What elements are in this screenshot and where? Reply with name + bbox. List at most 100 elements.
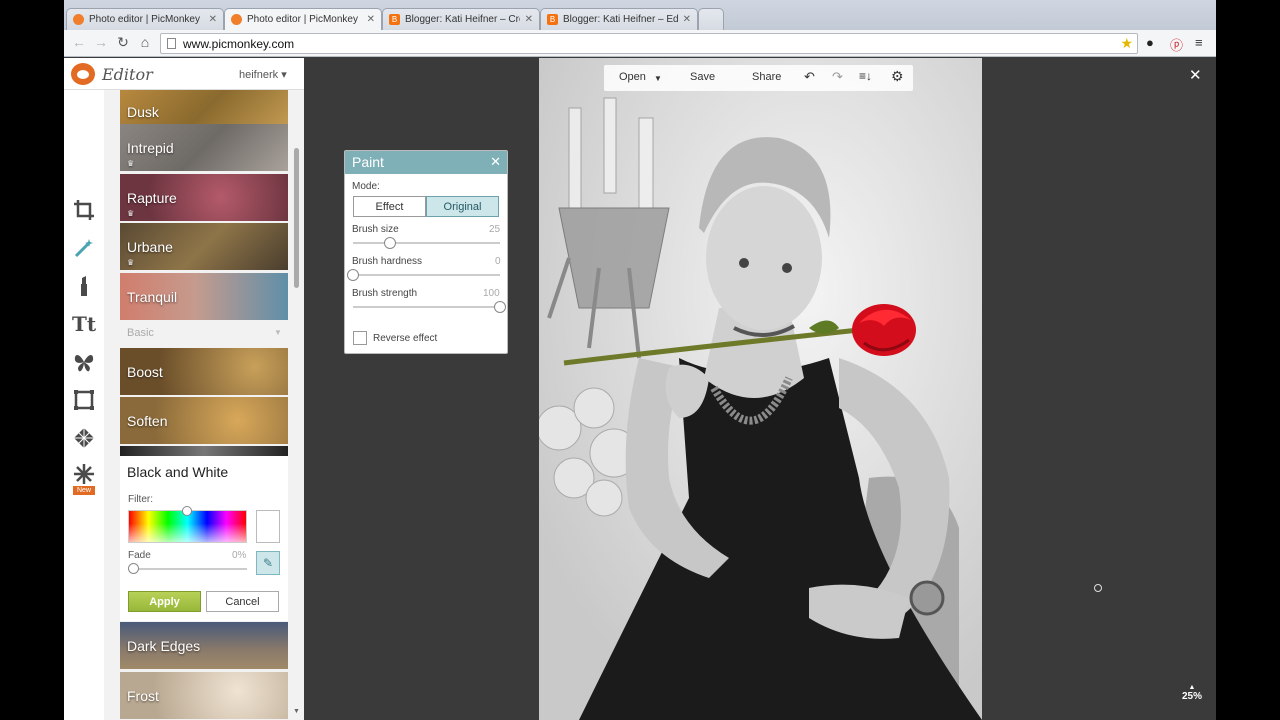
mode-original-button[interactable]: Original [426, 196, 499, 217]
undo-icon[interactable]: ↶ [804, 69, 815, 85]
effect-tile-black-and-white-thumb[interactable] [120, 446, 288, 456]
close-icon[interactable]: ✕ [490, 154, 501, 170]
chevron-down-icon[interactable]: ▼ [654, 74, 662, 83]
effect-tile-rapture[interactable]: Rapture ♛ [120, 174, 288, 221]
effect-tile-frost[interactable]: Frost [120, 672, 288, 719]
effect-label: Intrepid [127, 139, 174, 156]
brush-strength-slider-handle[interactable] [494, 301, 506, 313]
app-header: Editor heifnerk ▾ [64, 58, 304, 90]
fade-value: 0% [232, 550, 247, 561]
address-bar[interactable]: www.picmonkey.com ★ [160, 33, 1138, 54]
pinterest-icon[interactable]: ⓟ [1170, 35, 1183, 54]
red-rose-icon [852, 304, 916, 356]
effect-label: Boost [127, 363, 163, 380]
user-menu[interactable]: heifnerk ▾ [239, 68, 287, 81]
new-badge: New [73, 486, 95, 495]
brush-size-slider[interactable] [353, 242, 500, 244]
effect-tile-intrepid[interactable]: Intrepid ♛ [120, 124, 288, 171]
reverse-effect-checkbox[interactable] [353, 331, 367, 345]
owl-extension-icon[interactable]: ● [1146, 35, 1154, 50]
effect-tile-dark-edges[interactable]: Dark Edges [120, 622, 288, 669]
close-icon[interactable]: ✕ [683, 14, 691, 25]
fade-slider-handle[interactable] [127, 563, 139, 574]
texture-icon[interactable] [72, 426, 96, 450]
close-icon[interactable]: ✕ [367, 14, 375, 25]
letterbox-right [1216, 0, 1280, 720]
black-and-white-panel: Black and White Filter: Fade 0% ✎ Apply … [120, 456, 288, 621]
effect-tile-soften[interactable]: Soften [120, 397, 288, 444]
butterfly-overlay-icon[interactable] [72, 350, 96, 374]
home-icon[interactable]: ⌂ [134, 34, 156, 50]
mode-label: Mode: [352, 181, 380, 192]
paintbrush-icon[interactable]: ✎ [256, 551, 280, 575]
effects-scrollbar[interactable]: ▼ [293, 90, 301, 720]
effects-wand-icon[interactable] [72, 236, 96, 260]
panel-title: Black and White [127, 464, 229, 480]
tab-blogger-1[interactable]: B Blogger: Kati Heifner – Cre ✕ [382, 8, 540, 30]
brush-strength-label: Brush strength [352, 288, 418, 299]
tab-photo-editor-2[interactable]: Photo editor | PicMonkey ✕ [224, 8, 382, 30]
redo-icon[interactable]: ↷ [832, 69, 843, 85]
close-icon[interactable]: ✕ [209, 14, 217, 25]
picmonkey-icon [73, 14, 84, 25]
zoom-level[interactable]: ▲ 25% [1178, 684, 1206, 702]
save-button[interactable]: Save [690, 71, 715, 83]
back-arrow-icon[interactable]: ← [68, 34, 90, 50]
tab-label: Blogger: Kati Heifner – Edi [563, 14, 678, 25]
fade-slider[interactable] [134, 568, 247, 570]
open-menu[interactable]: Open [619, 71, 646, 83]
browser-toolbar: ← → ↻ ⌂ www.picmonkey.com ★ ● ⓟ ≡ [64, 30, 1216, 57]
spectrum-handle[interactable] [182, 506, 192, 516]
fade-label: Fade [128, 550, 151, 561]
paint-title: Paint [345, 151, 507, 174]
tab-strip: Photo editor | PicMonkey ✕ Photo editor … [64, 0, 1216, 30]
tab-photo-editor-1[interactable]: Photo editor | PicMonkey ✕ [66, 8, 224, 30]
bookmark-star-icon[interactable]: ★ [1120, 35, 1133, 52]
forward-arrow-icon[interactable]: → [90, 34, 112, 50]
brush-hardness-value: 0 [495, 256, 501, 267]
gear-icon[interactable]: ⚙ [891, 68, 904, 85]
tool-rail: Tt New [64, 90, 104, 720]
filter-color-swatch [256, 510, 280, 543]
brush-hardness-slider[interactable] [353, 274, 500, 276]
mode-effect-button[interactable]: Effect [353, 196, 426, 217]
brush-strength-slider[interactable] [353, 306, 500, 308]
scroll-down-arrow-icon[interactable]: ▼ [293, 708, 300, 715]
crown-icon: ♛ [127, 258, 135, 267]
photo-canvas[interactable] [539, 58, 982, 720]
tab-blogger-2[interactable]: B Blogger: Kati Heifner – Edi ✕ [540, 8, 698, 30]
brush-size-slider-handle[interactable] [383, 237, 396, 249]
menu-icon[interactable]: ≡ [1195, 35, 1203, 50]
effect-label: Urbane [127, 238, 173, 255]
edited-photo [539, 58, 982, 720]
touch-up-lipstick-icon[interactable] [72, 274, 96, 298]
text-tool-icon[interactable]: Tt [72, 312, 96, 336]
crown-icon: ♛ [127, 159, 135, 168]
effect-tile-tranquil[interactable]: Tranquil [120, 273, 288, 320]
apply-button[interactable]: Apply [128, 591, 201, 612]
new-tab-button[interactable] [698, 8, 724, 30]
layers-sort-icon[interactable]: ≡↓ [859, 69, 872, 83]
effect-label: Dusk [127, 103, 159, 120]
share-button[interactable]: Share [752, 71, 781, 83]
effect-tile-urbane[interactable]: Urbane ♛ [120, 223, 288, 270]
brush-hardness-slider-handle[interactable] [347, 269, 359, 281]
url-text: www.picmonkey.com [183, 36, 295, 51]
effect-tile-boost[interactable]: Boost [120, 348, 288, 395]
effect-label: Soften [127, 412, 168, 429]
close-editor-icon[interactable]: ✕ [1189, 66, 1202, 84]
brush-hardness-label: Brush hardness [352, 256, 423, 267]
close-icon[interactable]: ✕ [525, 14, 533, 25]
paint-dialog: Paint ✕ Mode: Effect Original Brush size… [344, 150, 508, 354]
cancel-button[interactable]: Cancel [206, 591, 279, 612]
reload-icon[interactable]: ↻ [112, 34, 134, 51]
tab-label: Photo editor | PicMonkey [247, 14, 358, 25]
chevron-up-icon[interactable]: ▲ [1178, 684, 1206, 691]
brush-size-label: Brush size [352, 224, 399, 235]
scrollbar-thumb[interactable] [294, 148, 299, 288]
crop-icon[interactable] [72, 198, 96, 222]
seasonal-snowflake-icon[interactable] [72, 462, 96, 486]
section-label-basic[interactable]: Basic [127, 327, 154, 339]
chevron-down-icon[interactable]: ▼ [274, 328, 282, 337]
frame-icon[interactable] [72, 388, 96, 412]
